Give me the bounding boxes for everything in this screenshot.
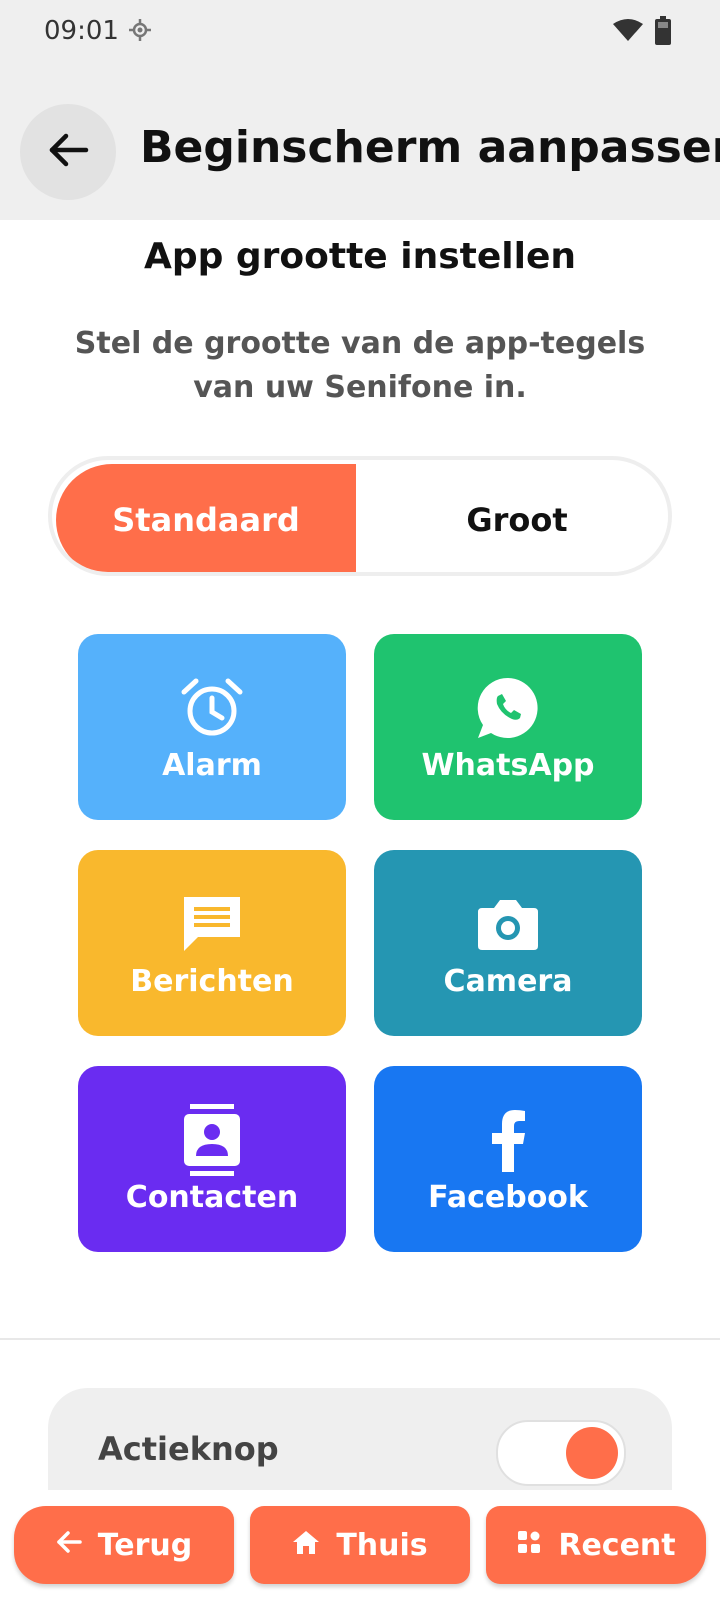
- nav-home-label: Thuis: [336, 1527, 428, 1563]
- action-button-label: Actieknop: [98, 1430, 279, 1468]
- nav-back-button[interactable]: Terug: [14, 1506, 234, 1584]
- action-button-toggle[interactable]: [496, 1420, 626, 1486]
- nav-recent-label: Recent: [558, 1527, 676, 1563]
- tile-camera[interactable]: Camera: [374, 850, 642, 1036]
- tile-whatsapp[interactable]: WhatsApp: [374, 634, 642, 820]
- toggle-knob: [566, 1427, 618, 1479]
- location-icon: [128, 18, 152, 46]
- nav-recent-button[interactable]: Recent: [486, 1506, 706, 1584]
- divider: [0, 1338, 720, 1340]
- nav-home-button[interactable]: Thuis: [250, 1506, 470, 1584]
- back-button[interactable]: [20, 104, 116, 200]
- tile-facebook[interactable]: Facebook: [374, 1066, 642, 1252]
- facebook-icon: [488, 1104, 528, 1176]
- tile-label: Alarm: [162, 747, 262, 783]
- tile-label: WhatsApp: [421, 747, 595, 783]
- section-description: Stel de grootte van de app-tegels van uw…: [74, 326, 646, 405]
- arrow-left-icon: [46, 128, 90, 176]
- whatsapp-icon: [474, 672, 542, 744]
- message-icon: [180, 888, 244, 960]
- status-time: 09:01: [44, 16, 119, 46]
- tile-alarm[interactable]: Alarm: [78, 634, 346, 820]
- tile-label: Camera: [443, 963, 573, 999]
- recent-apps-icon: [516, 1528, 542, 1563]
- tile-label: Facebook: [428, 1179, 588, 1215]
- size-option-large[interactable]: Groot: [366, 464, 668, 572]
- tile-contacten[interactable]: Contacten: [78, 1066, 346, 1252]
- size-segmented-control: Standaard Groot: [48, 456, 672, 576]
- contact-icon: [182, 1103, 242, 1176]
- home-icon: [292, 1528, 320, 1563]
- camera-icon: [476, 888, 540, 960]
- alarm-clock-icon: [180, 672, 244, 744]
- tile-label: Contacten: [125, 1179, 299, 1215]
- battery-icon: [654, 16, 672, 50]
- section-title: App grootte instellen: [143, 236, 577, 277]
- arrow-left-icon: [56, 1528, 82, 1563]
- nav-back-label: Terug: [97, 1527, 193, 1563]
- page-title: Beginscherm aanpassen: [140, 122, 720, 173]
- size-option-standard[interactable]: Standaard: [56, 464, 356, 572]
- tile-label: Berichten: [130, 963, 294, 999]
- tile-berichten[interactable]: Berichten: [78, 850, 346, 1036]
- wifi-icon: [612, 18, 644, 46]
